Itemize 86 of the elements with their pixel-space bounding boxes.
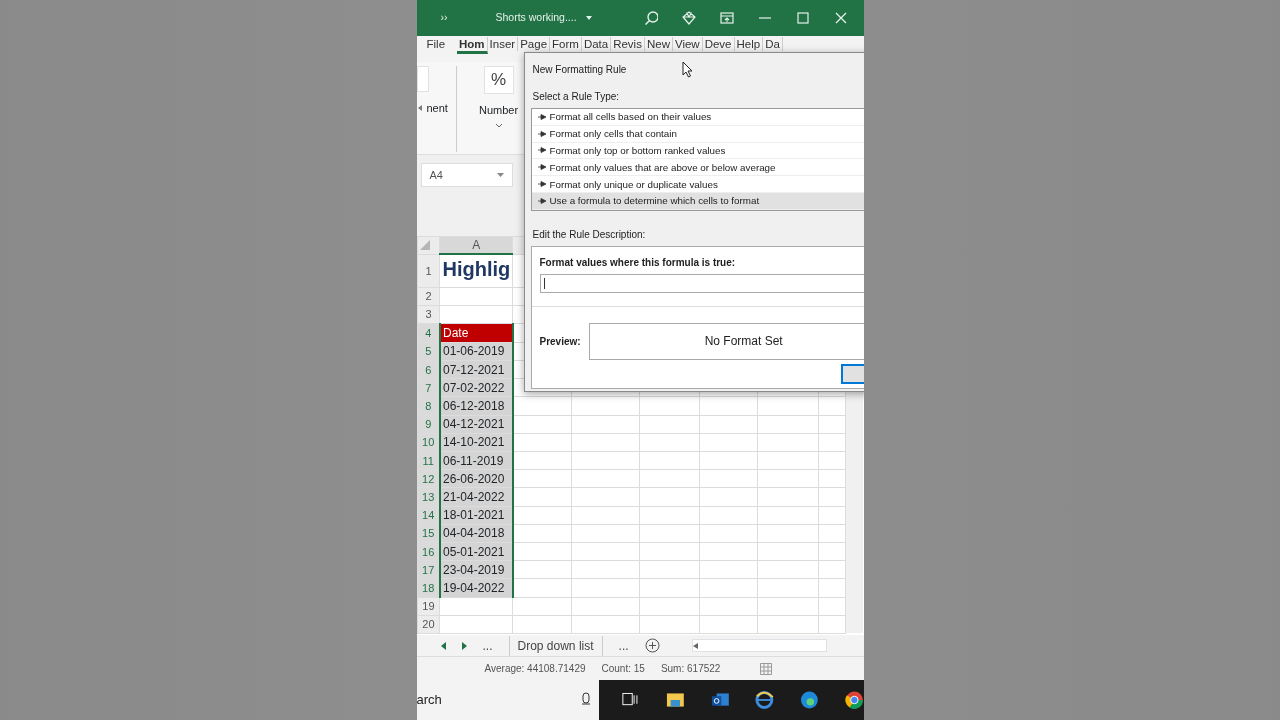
search-icon[interactable]: [643, 11, 658, 25]
ribbon-tab[interactable]: View: [672, 37, 703, 51]
cell-value: Highlig: [442, 258, 511, 281]
rule-type-item[interactable]: Format only cells that contain: [531, 125, 864, 143]
section-label: Edit the Rule Description:: [531, 227, 647, 242]
ribbon-tab[interactable]: Deve: [702, 37, 735, 51]
section-label: Select a Rule Type:: [531, 90, 621, 104]
taskbar-search-box[interactable]: arch: [416, 680, 600, 720]
name-box-value: A4: [429, 167, 443, 183]
close-icon[interactable]: [833, 11, 848, 25]
cell-value: 26-06-2020: [442, 471, 505, 486]
scroll-left-icon[interactable]: [692, 642, 698, 649]
chevron-down-icon[interactable]: [494, 122, 503, 128]
caret-icon[interactable]: [584, 15, 593, 21]
ribbon-tab[interactable]: Data: [581, 37, 612, 51]
formula-input[interactable]: [539, 273, 864, 293]
ribbon-tab[interactable]: Revis: [611, 37, 645, 51]
arrow-icon: [537, 130, 546, 137]
name-box[interactable]: A4: [420, 163, 513, 187]
arrow-icon: [537, 181, 546, 188]
ribbon-tab[interactable]: Page: [518, 37, 551, 51]
cell-value: 06-11-2019: [442, 453, 504, 468]
rule-type-item[interactable]: Format all cells based on their values: [531, 109, 864, 126]
cell-value: 06-12-2018: [442, 399, 505, 414]
preview-label: Preview:: [539, 334, 581, 349]
ribbon-tab[interactable]: Da: [763, 37, 783, 51]
status-text: Count: 15: [601, 662, 645, 676]
ribbon-control[interactable]: [416, 66, 429, 92]
cell-value: 07-02-2022: [442, 380, 505, 395]
search-text: arch: [416, 691, 442, 710]
row-header[interactable]: 1: [417, 254, 440, 287]
rule-type-item[interactable]: Format only top or bottom ranked values: [531, 142, 864, 160]
sheet-overflow-button[interactable]: ...: [482, 636, 493, 655]
cell-value: 05-01-2021: [442, 544, 505, 559]
normal-view-icon[interactable]: [760, 662, 773, 675]
arrow-icon: [537, 197, 546, 204]
scroll-left-icon[interactable]: [440, 641, 446, 650]
cell-value: 04-12-2021: [442, 417, 505, 432]
sheet-tab[interactable]: Drop down list: [508, 635, 603, 656]
cell-value: 18-01-2021: [442, 508, 505, 523]
cell-value: 14-10-2021: [442, 435, 505, 450]
text-caret: [543, 277, 545, 289]
column-header[interactable]: A: [439, 236, 513, 254]
more-commands-button[interactable]: ››: [440, 10, 448, 26]
cell-value: 23-04-2019: [442, 562, 505, 577]
file-title[interactable]: Shorts working....: [495, 10, 577, 26]
caret-icon[interactable]: [496, 172, 504, 178]
scroll-right-icon[interactable]: [461, 641, 467, 650]
diamond-icon[interactable]: [681, 11, 696, 25]
ribbon-tab[interactable]: File: [424, 37, 448, 51]
ribbon-tab[interactable]: Form: [550, 37, 582, 51]
preview-text: No Format Set: [704, 333, 783, 351]
rule-type-item[interactable]: Format only unique or duplicate values: [531, 176, 864, 193]
sheet-overflow-button[interactable]: ...: [618, 636, 629, 655]
formula-label: Format values where this formula is true:: [539, 255, 737, 270]
row-header[interactable]: 4: [417, 323, 440, 343]
add-sheet-icon[interactable]: [644, 638, 660, 653]
scroll-left-icon[interactable]: [416, 104, 423, 113]
number-group-button[interactable]: Number: [478, 102, 519, 119]
cell-value: 19-04-2022: [442, 580, 505, 595]
status-text: Average: 44108.71429: [484, 662, 586, 676]
ribbon-tab[interactable]: Help: [734, 37, 764, 51]
group-label: nent: [426, 101, 448, 116]
ribbon-tab[interactable]: Inser: [487, 37, 519, 51]
number-format-button[interactable]: %: [483, 66, 514, 94]
arrow-icon: [537, 113, 546, 120]
cell-value: 01-06-2019: [442, 344, 505, 359]
arrow-icon: [537, 164, 546, 171]
rule-type-item[interactable]: Format only values that are above or below average: [531, 159, 864, 177]
cursor-icon: [682, 60, 695, 78]
browser-icon[interactable]: [844, 690, 864, 710]
ribbon-display-icon[interactable]: [719, 11, 734, 25]
browser-icon[interactable]: [800, 690, 819, 710]
folder-icon[interactable]: [665, 690, 685, 710]
browser-icon[interactable]: [755, 690, 775, 710]
cell-value: 07-12-2021: [442, 362, 505, 377]
cell-value: 04-04-2018: [442, 526, 505, 541]
ribbon-tab[interactable]: New: [644, 37, 673, 51]
arrow-icon: [537, 147, 546, 154]
microphone-icon[interactable]: [581, 692, 592, 708]
maximize-icon[interactable]: [795, 11, 810, 25]
cell-value: 21-04-2022: [442, 489, 505, 504]
dialog-title: New Formatting Rule: [532, 62, 627, 77]
horizontal-scrollbar[interactable]: [691, 639, 827, 652]
status-text: Sum: 617522: [660, 662, 721, 676]
ribbon-tab[interactable]: Hom: [457, 37, 488, 54]
